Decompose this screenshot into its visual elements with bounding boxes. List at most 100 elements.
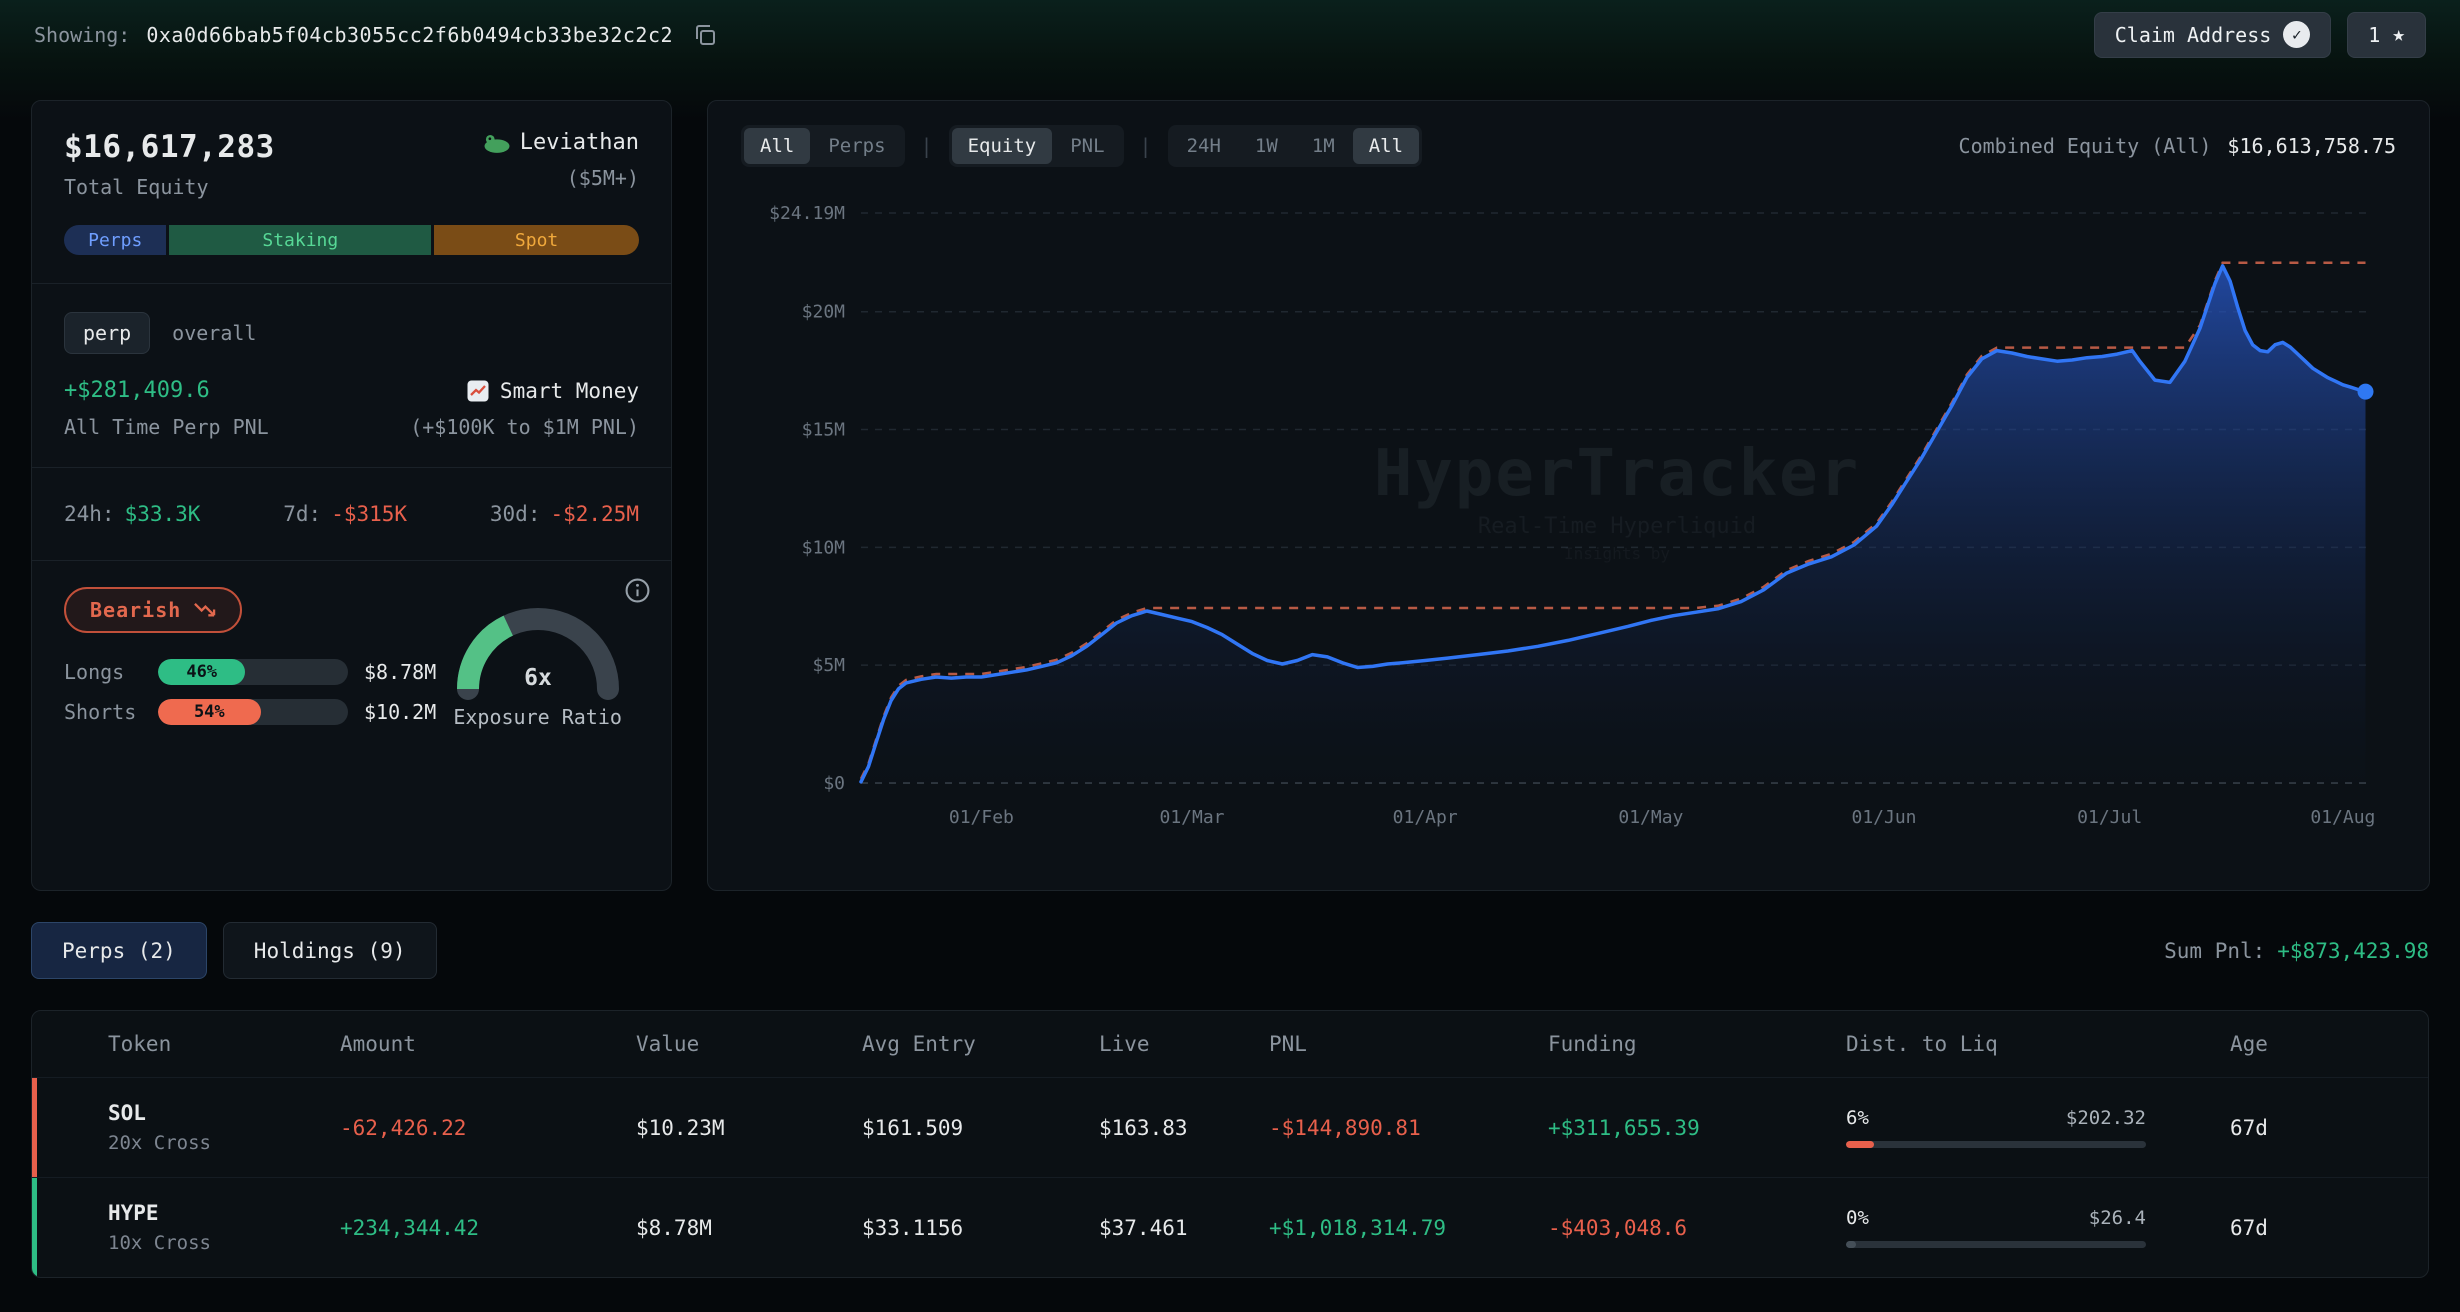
range-tab-1w[interactable]: 1W bbox=[1239, 128, 1294, 164]
positions-table: Token Amount Value Avg Entry Live PNL Fu… bbox=[31, 1010, 2429, 1278]
allocation-segment[interactable]: Staking bbox=[169, 225, 431, 255]
copy-icon bbox=[693, 23, 717, 47]
verified-badge-icon: ✓ bbox=[2283, 21, 2310, 48]
metric-tab-pnl[interactable]: PNL bbox=[1054, 128, 1120, 164]
trending-down-icon bbox=[193, 599, 216, 622]
chart-card: All Perps | Equity PNL | 24H 1W 1M All C… bbox=[707, 100, 2430, 891]
separator: | bbox=[921, 134, 933, 158]
claim-address-label: Claim Address bbox=[2115, 23, 2272, 47]
exposure-label: Exposure Ratio bbox=[453, 705, 622, 729]
gauge-arc: 6x bbox=[438, 593, 638, 703]
trader-name: Leviathan bbox=[520, 130, 639, 155]
token-name: SOL bbox=[108, 1101, 340, 1125]
overall-toggle-button[interactable]: overall bbox=[172, 321, 256, 345]
copy-address-button[interactable] bbox=[689, 19, 721, 51]
separator: | bbox=[1140, 134, 1152, 158]
longs-label: Longs bbox=[64, 660, 142, 684]
allocation-segment[interactable]: Perps bbox=[64, 225, 166, 255]
liq-price: $202.32 bbox=[2066, 1107, 2146, 1129]
token-leverage: 20x Cross bbox=[108, 1132, 340, 1154]
cell-pnl: +$1,018,314.79 bbox=[1269, 1216, 1548, 1240]
table-header: Token Amount Value Avg Entry Live PNL Fu… bbox=[32, 1011, 2428, 1077]
range-tab-group: 24H 1W 1M All bbox=[1168, 125, 1422, 167]
range-tab-all[interactable]: All bbox=[1353, 128, 1419, 164]
shorts-value: $10.2M bbox=[364, 700, 436, 724]
scope-tab-group: All Perps bbox=[741, 125, 905, 167]
svg-text:$15M: $15M bbox=[802, 420, 846, 441]
longs-fill: 46% bbox=[158, 659, 245, 685]
shorts-label: Shorts bbox=[64, 700, 142, 724]
info-icon[interactable] bbox=[624, 577, 651, 607]
col-age: Age bbox=[2230, 1032, 2428, 1056]
scope-tab-perps[interactable]: Perps bbox=[812, 128, 901, 164]
longs-track: 46% bbox=[158, 659, 348, 685]
col-funding: Funding bbox=[1548, 1032, 1846, 1056]
showing-label: Showing: bbox=[34, 23, 130, 47]
allocation-bar: Perps Staking Spot bbox=[64, 225, 639, 255]
scope-tab-all[interactable]: All bbox=[744, 128, 810, 164]
allocation-segment-label: Staking bbox=[262, 230, 338, 251]
period-24h: 24h: $33.3K bbox=[64, 502, 200, 526]
longs-pct: 46% bbox=[186, 662, 217, 682]
shorts-track: 54% bbox=[158, 699, 348, 725]
tab-holdings[interactable]: Holdings (9) bbox=[223, 922, 437, 979]
period-7d: 7d: -$315K bbox=[283, 502, 407, 526]
liq-price: $26.4 bbox=[2089, 1207, 2146, 1229]
longs-bar-row: Longs 46% $8.78M bbox=[64, 659, 436, 685]
cell-value: $8.78M bbox=[636, 1216, 862, 1240]
col-pnl: PNL bbox=[1269, 1032, 1548, 1056]
liq-track bbox=[1846, 1241, 2146, 1248]
position-row[interactable]: SOL 20x Cross -62,426.22 $10.23M $161.50… bbox=[32, 1077, 2428, 1177]
star-icon: ★ bbox=[2392, 24, 2405, 45]
col-amount: Amount bbox=[340, 1032, 636, 1056]
range-tab-24h[interactable]: 24H bbox=[1171, 128, 1237, 164]
allocation-segment[interactable]: Spot bbox=[434, 225, 639, 255]
sentiment-badge: Bearish bbox=[64, 587, 242, 633]
favorites-button[interactable]: 1 ★ bbox=[2347, 12, 2426, 58]
position-row[interactable]: HYPE 10x Cross +234,344.42 $8.78M $33.11… bbox=[32, 1177, 2428, 1277]
col-avg-entry: Avg Entry bbox=[862, 1032, 1099, 1056]
range-tab-1m[interactable]: 1M bbox=[1296, 128, 1351, 164]
metric-tab-equity[interactable]: Equity bbox=[952, 128, 1053, 164]
exposure-section: Bearish Longs 46% $8.78M bbox=[32, 560, 671, 890]
cell-funding: +$311,655.39 bbox=[1548, 1116, 1846, 1140]
svg-text:$20M: $20M bbox=[802, 302, 846, 323]
cell-avg-entry: $161.509 bbox=[862, 1116, 1099, 1140]
cell-funding: -$403,048.6 bbox=[1548, 1216, 1846, 1240]
claim-address-button[interactable]: Claim Address ✓ bbox=[2094, 12, 2332, 58]
svg-text:$10M: $10M bbox=[802, 537, 846, 558]
cell-dist-to-liq: 6% $202.32 bbox=[1846, 1107, 2146, 1148]
cell-age: 67d bbox=[2230, 1116, 2428, 1140]
equity-chart[interactable]: $24.19M$20M$15M$10M$5M$001/Feb01/Mar01/A… bbox=[741, 183, 2396, 841]
period-label: 30d: bbox=[490, 502, 541, 526]
token-name: HYPE bbox=[108, 1201, 340, 1225]
liq-track bbox=[1846, 1141, 2146, 1148]
shorts-pct: 54% bbox=[194, 702, 225, 722]
cell-amount: +234,344.42 bbox=[340, 1216, 636, 1240]
positions-tabs-row: Perps (2) Holdings (9) Sum Pnl: +$873,42… bbox=[31, 922, 2429, 979]
alltime-pnl-label: All Time Perp PNL bbox=[64, 415, 269, 439]
sum-pnl-value: +$873,423.98 bbox=[2277, 939, 2429, 963]
liq-fill bbox=[1846, 1141, 1874, 1148]
shorts-bar-row: Shorts 54% $10.2M bbox=[64, 699, 436, 725]
cell-pnl: -$144,890.81 bbox=[1269, 1116, 1548, 1140]
profile-header-section: $16,617,283 Total Equity Leviathan ($5M+… bbox=[32, 101, 671, 283]
cell-amount: -62,426.22 bbox=[340, 1116, 636, 1140]
col-value: Value bbox=[636, 1032, 862, 1056]
svg-text:01/Jul: 01/Jul bbox=[2077, 807, 2142, 828]
sum-pnl-label: Sum Pnl: bbox=[2164, 939, 2265, 963]
chart-up-icon bbox=[466, 379, 490, 403]
alltime-pnl-value: +$281,409.6 bbox=[64, 378, 210, 403]
liq-fill bbox=[1846, 1241, 1856, 1248]
topbar: Showing: 0xa0d66bab5f04cb3055cc2f6b0494c… bbox=[0, 0, 2460, 69]
col-live: Live bbox=[1099, 1032, 1269, 1056]
perp-toggle-button[interactable]: perp bbox=[64, 312, 150, 354]
tab-perps[interactable]: Perps (2) bbox=[31, 922, 207, 979]
svg-text:$0: $0 bbox=[823, 773, 845, 794]
svg-text:Real-Time Hyperliquid: Real-Time Hyperliquid bbox=[1478, 514, 1756, 539]
combined-equity-value: $16,613,758.75 bbox=[2227, 134, 2396, 158]
perp-pnl-section: perp overall +$281,409.6 Smart Money All… bbox=[32, 283, 671, 467]
cell-dist-to-liq: 0% $26.4 bbox=[1846, 1207, 2146, 1248]
period-label: 24h: bbox=[64, 502, 115, 526]
sentiment-label: Bearish bbox=[90, 598, 181, 622]
